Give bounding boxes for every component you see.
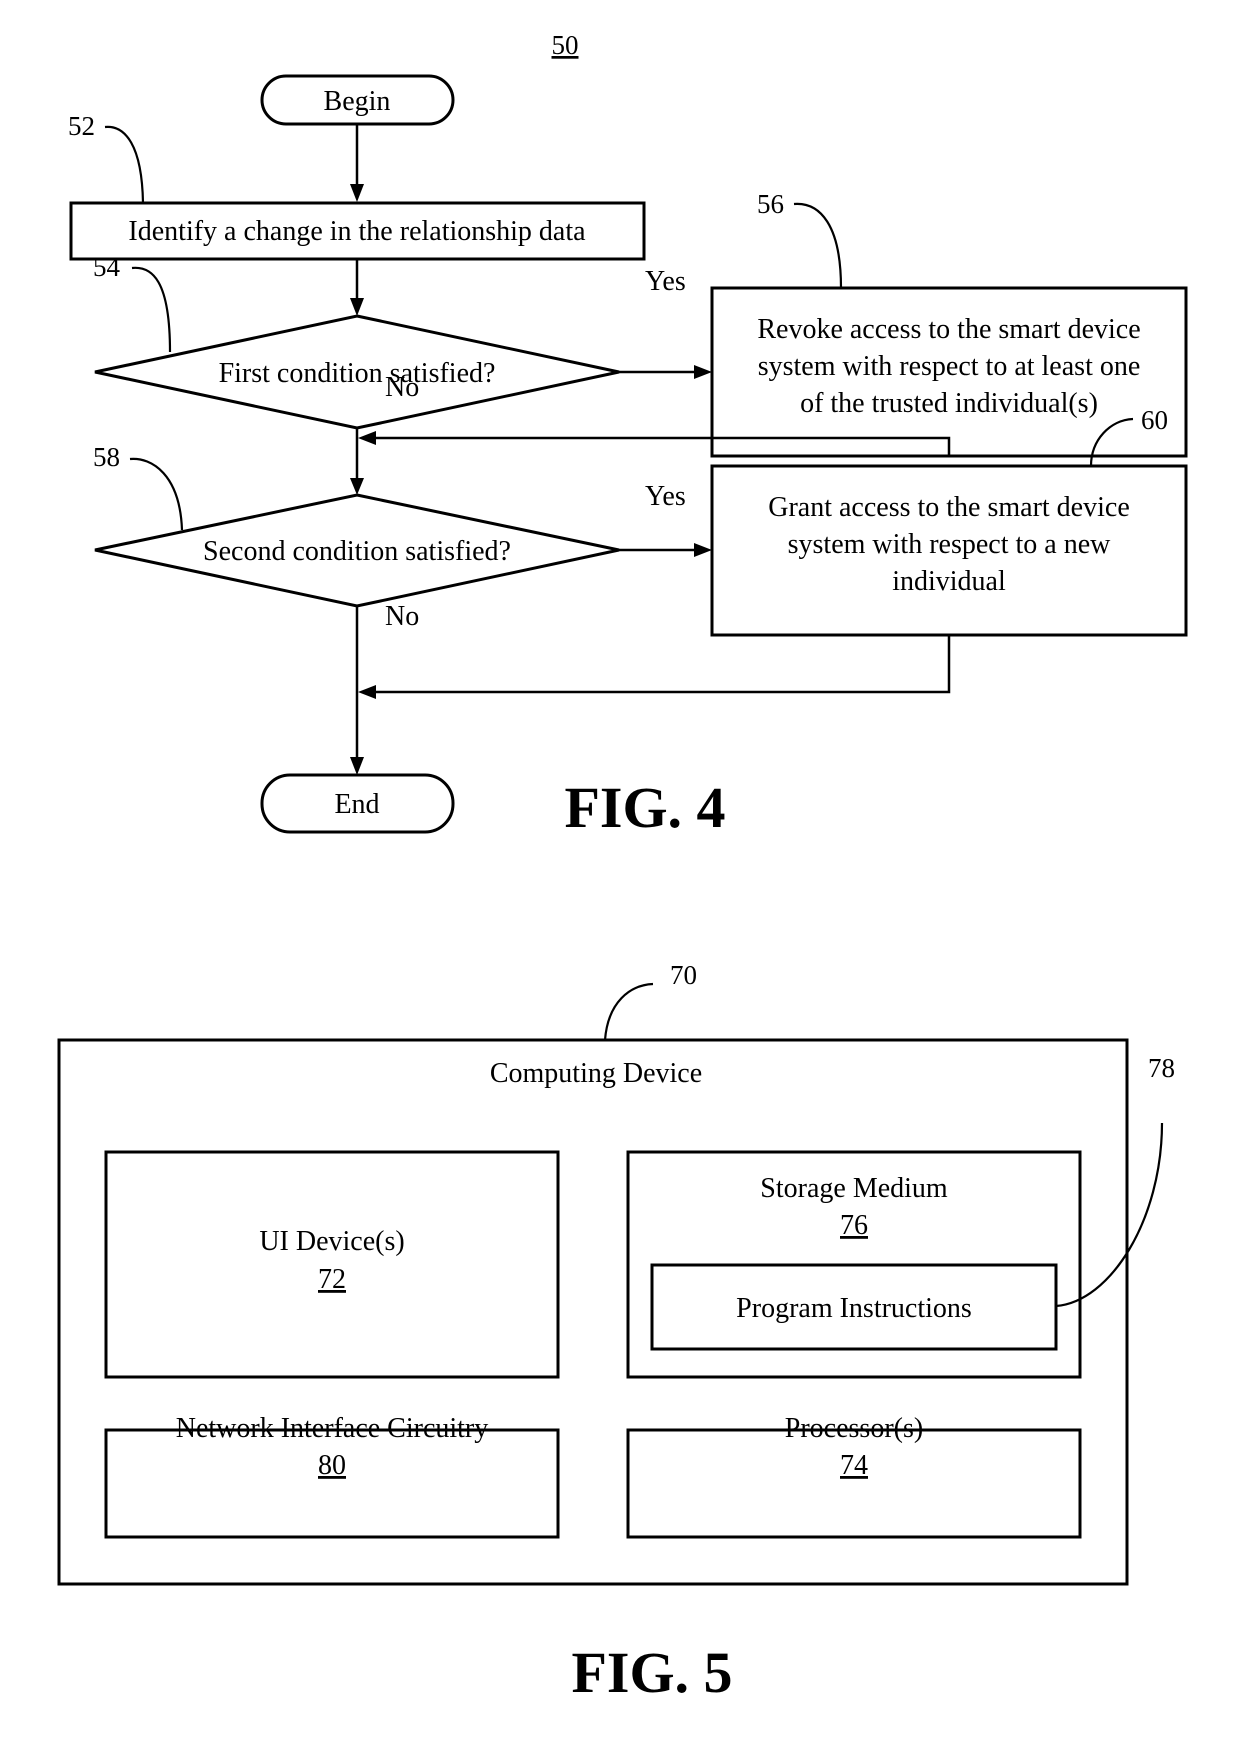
- arrowhead-right: [694, 543, 712, 557]
- ref-56: 56: [757, 189, 784, 219]
- network-interface-block: Network Interface Circuitry 80: [104, 1413, 560, 1539]
- leader-54: [131, 266, 172, 353]
- arrowhead-down: [350, 757, 364, 775]
- program-instructions-block: Program Instructions: [650, 1263, 1058, 1351]
- arrowhead-down: [350, 298, 364, 316]
- step-56-line-2: system with respect to at least one: [758, 351, 1141, 382]
- ui-devices-label: UI Device(s): [259, 1226, 404, 1257]
- patent-drawing-sheet: 50 Begin Identify a change in the relati…: [57, 30, 1188, 1705]
- ref-72: 72: [318, 1264, 346, 1295]
- ref-52: 52: [68, 111, 95, 141]
- leader-58: [129, 457, 184, 531]
- decision-54-yes-label: Yes: [645, 266, 686, 297]
- arrowhead-down: [350, 184, 364, 202]
- decision-58-text: Second condition satisfied?: [203, 536, 511, 567]
- step-52-text: Identify a change in the relationship da…: [128, 216, 586, 247]
- fig5-block-diagram: Computing Device 70 UI Device(s) 72 Stor…: [57, 960, 1175, 1705]
- decision-58-no-label: No: [385, 601, 419, 632]
- step-56: Revoke access to the smart device system…: [710, 189, 1188, 458]
- computing-device-title: Computing Device: [490, 1058, 702, 1089]
- fig5-caption: FIG. 5: [571, 1640, 732, 1705]
- ref-60: 60: [1141, 405, 1168, 435]
- leader-70: [603, 982, 654, 1041]
- arrowhead-down: [350, 478, 364, 495]
- end-terminal: End: [260, 773, 455, 834]
- figure-ref-50: 50: [552, 30, 579, 60]
- ref-70: 70: [670, 960, 697, 990]
- storage-medium-block: Storage Medium 76 Program Instructions: [626, 1150, 1082, 1379]
- decision-54-text: First condition satisfied?: [219, 358, 496, 389]
- ref-58: 58: [93, 442, 120, 472]
- decision-54-no-label: No: [385, 372, 419, 403]
- end-label: End: [334, 789, 379, 820]
- arrowhead-right: [694, 365, 712, 379]
- step-60-line-3: individual: [892, 566, 1006, 597]
- connector-60-return: [372, 635, 951, 694]
- arrowhead-left: [358, 685, 376, 699]
- fig4-flowchart: 50 Begin Identify a change in the relati…: [68, 30, 1188, 840]
- ref-78: 78: [1148, 1053, 1175, 1083]
- ref-76: 76: [840, 1210, 868, 1241]
- leader-52: [104, 125, 145, 204]
- processors-label: Processor(s): [785, 1413, 923, 1444]
- decision-58-yes-label: Yes: [645, 481, 686, 512]
- ui-devices-block: UI Device(s) 72: [104, 1150, 560, 1379]
- arrowhead-left: [358, 431, 376, 445]
- processors-box: [626, 1428, 1082, 1539]
- ref-54: 54: [93, 252, 121, 282]
- storage-medium-label: Storage Medium: [760, 1173, 948, 1204]
- step-56-line-3: of the trusted individual(s): [800, 388, 1098, 419]
- ref-80: 80: [318, 1450, 346, 1481]
- leader-56: [793, 202, 843, 289]
- network-interface-label: Network Interface Circuitry: [176, 1413, 489, 1444]
- begin-terminal: Begin: [260, 74, 455, 126]
- step-60-line-2: system with respect to a new: [788, 529, 1111, 560]
- network-interface-box: [104, 1428, 560, 1539]
- ref-74: 74: [840, 1450, 868, 1481]
- processors-block: Processor(s) 74: [626, 1413, 1082, 1539]
- begin-label: Begin: [324, 86, 391, 117]
- step-56-line-1: Revoke access to the smart device: [757, 314, 1140, 345]
- program-instructions-label: Program Instructions: [736, 1293, 972, 1324]
- fig4-caption: FIG. 4: [564, 775, 725, 840]
- step-60-line-1: Grant access to the smart device: [768, 492, 1130, 523]
